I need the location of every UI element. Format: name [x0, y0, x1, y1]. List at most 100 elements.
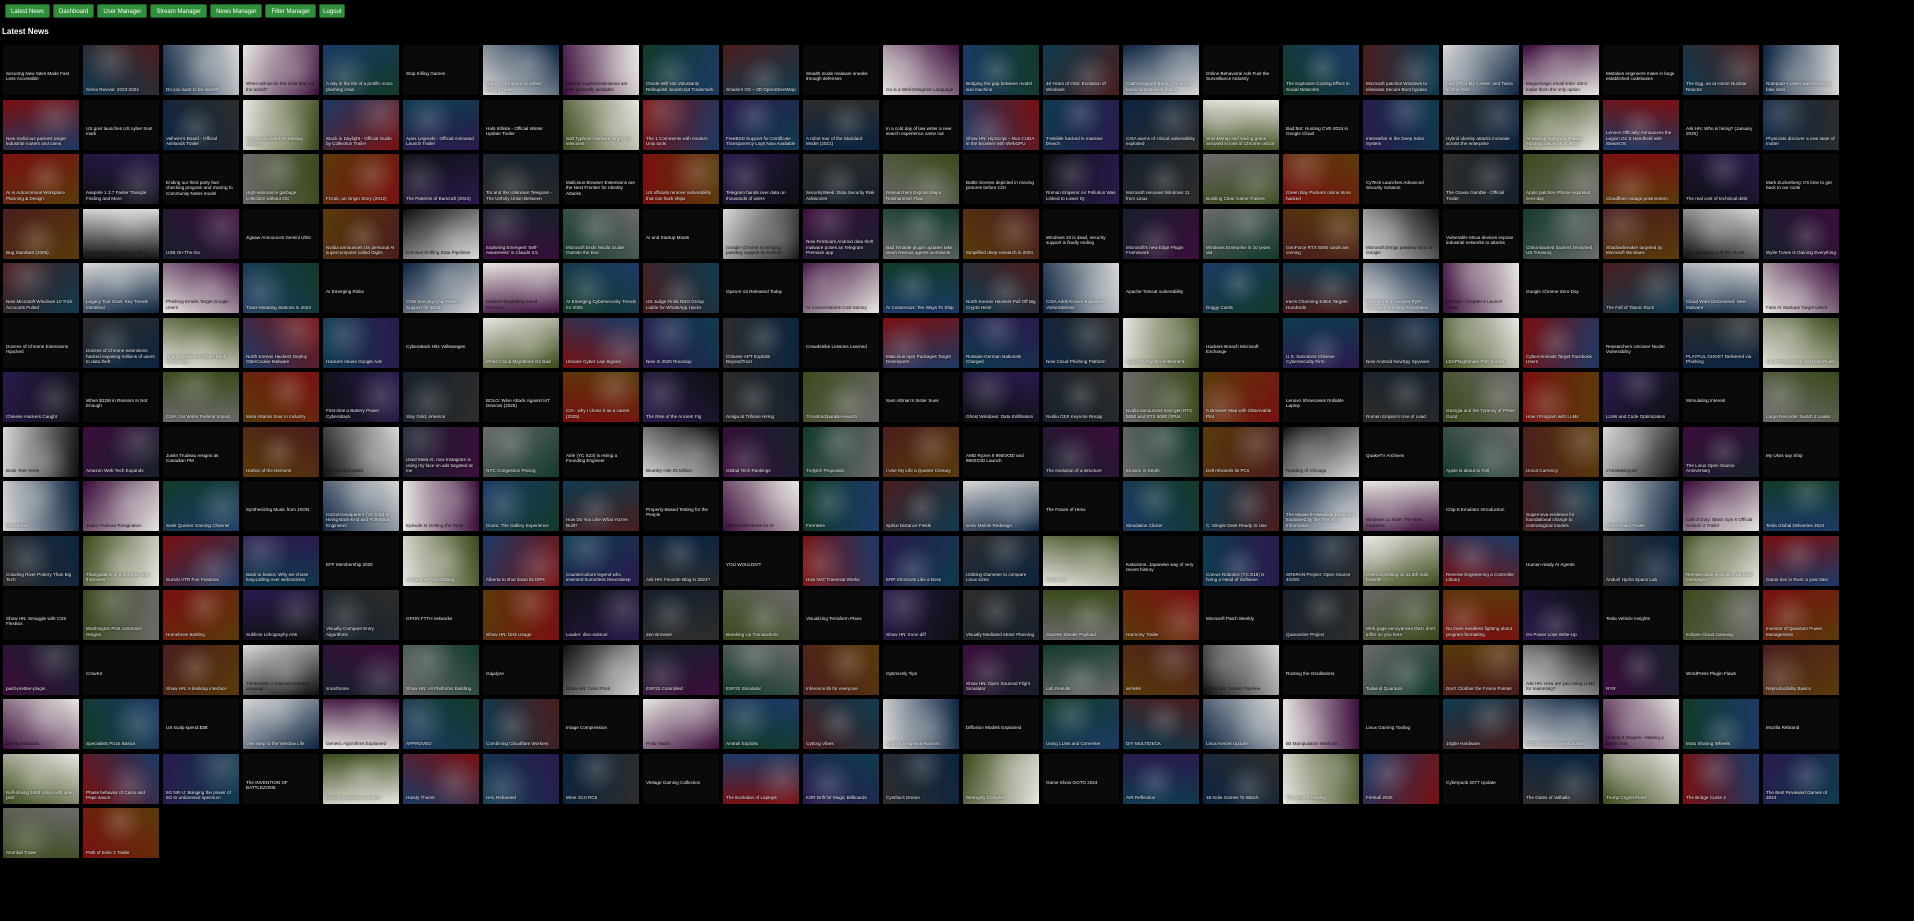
news-tile[interactable]: Malicious Browser Extensions are the Nex… — [563, 154, 639, 204]
news-tile[interactable]: Cybercriminals Target Facebook Users — [1523, 317, 1599, 368]
news-tile[interactable]: FCrab, an Origin Story (2012) — [323, 154, 399, 204]
news-tile[interactable]: Physicists discover a new state of matte… — [1763, 99, 1839, 150]
nav-button-user-manager[interactable]: User Manager — [97, 4, 148, 18]
news-tile[interactable]: Stream Chat Visualizer + Shu — [83, 208, 159, 259]
news-tile[interactable]: New In 2025 Roundup — [643, 317, 719, 368]
news-tile[interactable]: China-backed hackers breached US Treasur… — [1523, 208, 1599, 259]
news-tile[interactable]: GeoForce RTX 5090 cards are coming — [1283, 208, 1359, 259]
news-tile[interactable]: When will we fix the tools that run the … — [243, 45, 319, 95]
news-tile[interactable]: Web page annoyances that I don't inflict… — [1363, 590, 1439, 640]
news-tile[interactable]: Path of Exile 2 Trailer — [83, 808, 159, 858]
news-tile[interactable]: Ending our third party fact-checking pro… — [163, 154, 239, 204]
news-tile[interactable]: USB On-The-Go — [163, 208, 239, 259]
news-tile[interactable]: HAL Rebooted — [483, 753, 559, 804]
news-tile[interactable]: GitHub Copilot Extensions are now genera… — [563, 45, 639, 95]
news-tile[interactable]: Stuck in Daylight - Official Guide by Co… — [323, 99, 399, 150]
news-tile[interactable]: The Vengeance of the VLAN — [1683, 208, 1759, 259]
news-tile[interactable]: AI in Autonomous Workplace Planning & De… — [3, 154, 79, 204]
news-tile[interactable]: ERP Shortcuts Like a Boss — [883, 535, 959, 586]
news-tile[interactable]: Mirai Attacks Soar in Industry — [243, 372, 319, 422]
news-tile[interactable]: Stimulating Interest — [1683, 372, 1759, 422]
news-tile[interactable]: Uncut Currency — [1523, 426, 1599, 477]
news-tile[interactable]: Azure 0.8 — [1043, 535, 1119, 586]
news-tile[interactable]: Back to basics: Why we chose long-pollin… — [243, 535, 319, 586]
news-tile[interactable]: Doggy Cards — [1203, 263, 1279, 313]
news-tile[interactable]: Magic/magic email links: don't make them… — [1523, 45, 1599, 95]
news-tile[interactable]: The Linux Open Source Anniversary — [1683, 426, 1759, 477]
news-tile[interactable]: CERN Stock Analysis Builder — [1523, 699, 1599, 749]
news-tile[interactable]: Stop Killing Games — [403, 45, 479, 95]
news-tile[interactable]: Google Chrome is bringing passkey suppor… — [723, 208, 799, 259]
news-tile[interactable]: Apex Legends - Official Animated Launch … — [403, 99, 479, 150]
news-tile[interactable]: Hybrid identity attacks increase across … — [1443, 99, 1519, 150]
news-tile[interactable]: Wine 10.0 RC5 — [563, 753, 639, 804]
news-tile[interactable]: Combining Cloudflare Workers — [483, 699, 559, 749]
news-tile[interactable]: Apple patches iPhone exploited zero-day — [1523, 154, 1599, 204]
news-tile[interactable]: The Bridge Curse 2 — [1683, 753, 1759, 804]
news-tile[interactable]: Show HN: Ceno Pack — [563, 644, 639, 695]
news-tile[interactable]: My Ukxs say Ship — [1763, 426, 1839, 477]
news-tile[interactable]: BOLO: Wine Attack Against IoT Devices (2… — [483, 372, 559, 422]
news-tile[interactable]: Used Meta AI, now Instagram is using my … — [403, 426, 479, 477]
news-tile[interactable]: Bad Tenable plugin updates take down Nes… — [883, 208, 959, 259]
news-tile[interactable]: How NAT Traversal Works — [803, 535, 879, 586]
news-tile[interactable]: Show HN: All Platforms Building — [403, 644, 479, 695]
news-tile[interactable]: Fortnite - Chapter 6 Launch Trailer — [1443, 263, 1519, 313]
news-tile[interactable]: Laid Off or My Career, and Twice in One … — [1443, 45, 1519, 95]
news-tile[interactable]: I Use My Life a Quarter Century — [883, 426, 959, 477]
news-tile[interactable]: Gazette Stealer Payload — [1043, 590, 1119, 640]
news-tile[interactable]: Sublime Lithography Arts — [243, 590, 319, 640]
news-tile[interactable]: ESP32 Controlled — [643, 644, 719, 695]
news-tile[interactable]: pactl-prettier-plugin — [3, 644, 79, 695]
news-tile[interactable]: AI Emerging Cybersecurity Trends for 202… — [563, 263, 639, 313]
news-tile[interactable]: Android Malware Steals Bank Credentials — [163, 317, 239, 368]
news-tile[interactable]: Anduril Hydra Space Lab — [1603, 535, 1679, 586]
news-tile[interactable]: AMD Ryzen 9 9950X3D and 9900X3D Launch — [963, 426, 1039, 477]
news-tile[interactable]: How I Program with LLMs — [1523, 372, 1599, 422]
news-tile[interactable]: Amtrak Exploits — [723, 699, 799, 749]
news-tile[interactable]: Researchers Uncover PyPI Packages Steali… — [1363, 263, 1439, 313]
news-tile[interactable]: Amazon Web Tech Expands — [83, 426, 159, 477]
news-tile[interactable]: SecurityWeek: Data Security Risk Advisor… — [803, 154, 879, 204]
news-tile[interactable]: Harmony Trailer — [1123, 590, 1199, 640]
news-tile[interactable]: QuakeTV Archives — [1363, 426, 1439, 477]
news-tile[interactable]: Mistakes engineers make in large establi… — [1603, 45, 1679, 95]
news-tile[interactable]: India Proposes Digital Data Rules — [1763, 317, 1839, 368]
news-tile[interactable]: Cyberpunk 2077 Update — [1443, 753, 1519, 804]
news-tile[interactable]: Reading of Chicago — [1283, 426, 1359, 477]
news-tile[interactable]: Dune 2 - Emperor of Ashes Official Trail… — [483, 45, 559, 95]
news-tile[interactable]: LLMs and Code Optimization — [1603, 372, 1679, 422]
news-tile[interactable]: Tailwind Quantum — [1363, 644, 1439, 695]
news-tile[interactable]: New Cloud Phishing Platform — [1043, 317, 1119, 368]
news-tile[interactable]: Cynthia's Dream — [883, 753, 959, 804]
news-tile[interactable]: The Gates of Valhalla — [1523, 753, 1599, 804]
news-tile[interactable]: PLAYFUL GHOST Delivered via Phishing — [1683, 317, 1759, 368]
news-tile[interactable]: Show HN: A desktop interface — [163, 644, 239, 695]
news-tile[interactable]: Self-driving 1983 Volvo with open pilot — [3, 753, 79, 804]
news-tile[interactable]: Inference lib for everyone — [803, 644, 879, 695]
news-tile[interactable]: When Cloud Migrations Go Bad — [483, 317, 559, 368]
news-tile[interactable]: Kakoiome, Japanese way of very recent hi… — [1123, 535, 1199, 586]
news-tile[interactable]: WordPress Plugin Flaws — [1683, 644, 1759, 695]
news-tile[interactable]: Episode Is Getting the Tools — [403, 481, 479, 531]
news-tile[interactable]: Georgia and the Tyranny of Prime Good — [1443, 372, 1519, 422]
news-tile[interactable]: Property-Based Testing for the People — [643, 481, 719, 531]
news-tile[interactable]: No more needless fighting about program … — [1443, 590, 1519, 640]
news-tile[interactable]: CIA - why I chose it as a career (2025) — [563, 372, 639, 422]
news-tile[interactable]: Chinese APT Exploits BeyondTrust — [723, 317, 799, 368]
news-tile[interactable]: Rooting the Oscillations — [1283, 644, 1359, 695]
news-tile[interactable]: Criminal Sniffing Data Pipelines — [403, 208, 479, 259]
news-tile[interactable]: DIY MULTIDECK — [1123, 699, 1199, 749]
news-tile[interactable]: Show HN: HipScript – Run CUDA in the Bro… — [963, 99, 1039, 150]
news-tile[interactable]: Trans-accidental–Extracting secrets — [243, 99, 319, 150]
news-tile[interactable]: Lenovo Officially Announces the Legion G… — [1603, 99, 1679, 150]
news-tile[interactable]: Inventor of Quantum Power Management — [1763, 590, 1839, 640]
news-tile[interactable]: 5G NR-U: Bringing the power of 5G to unl… — [163, 753, 239, 804]
news-tile[interactable]: Remote code execution via MIDI messages — [1683, 535, 1759, 586]
news-tile[interactable]: arXiv Mobile Redesign — [963, 481, 1039, 531]
news-tile[interactable]: High-assurance garbage collection withou… — [243, 154, 319, 204]
news-tile[interactable]: Diffusion Models Explained — [963, 699, 1039, 749]
news-tile[interactable]: Show HN: Open Sourced Flight Simulator — [963, 644, 1039, 695]
news-tile[interactable]: C: Simple Desk Ready to Use — [1203, 481, 1279, 531]
news-tile[interactable]: Researchers Expose Major Rowhammer Flaw — [883, 154, 959, 204]
